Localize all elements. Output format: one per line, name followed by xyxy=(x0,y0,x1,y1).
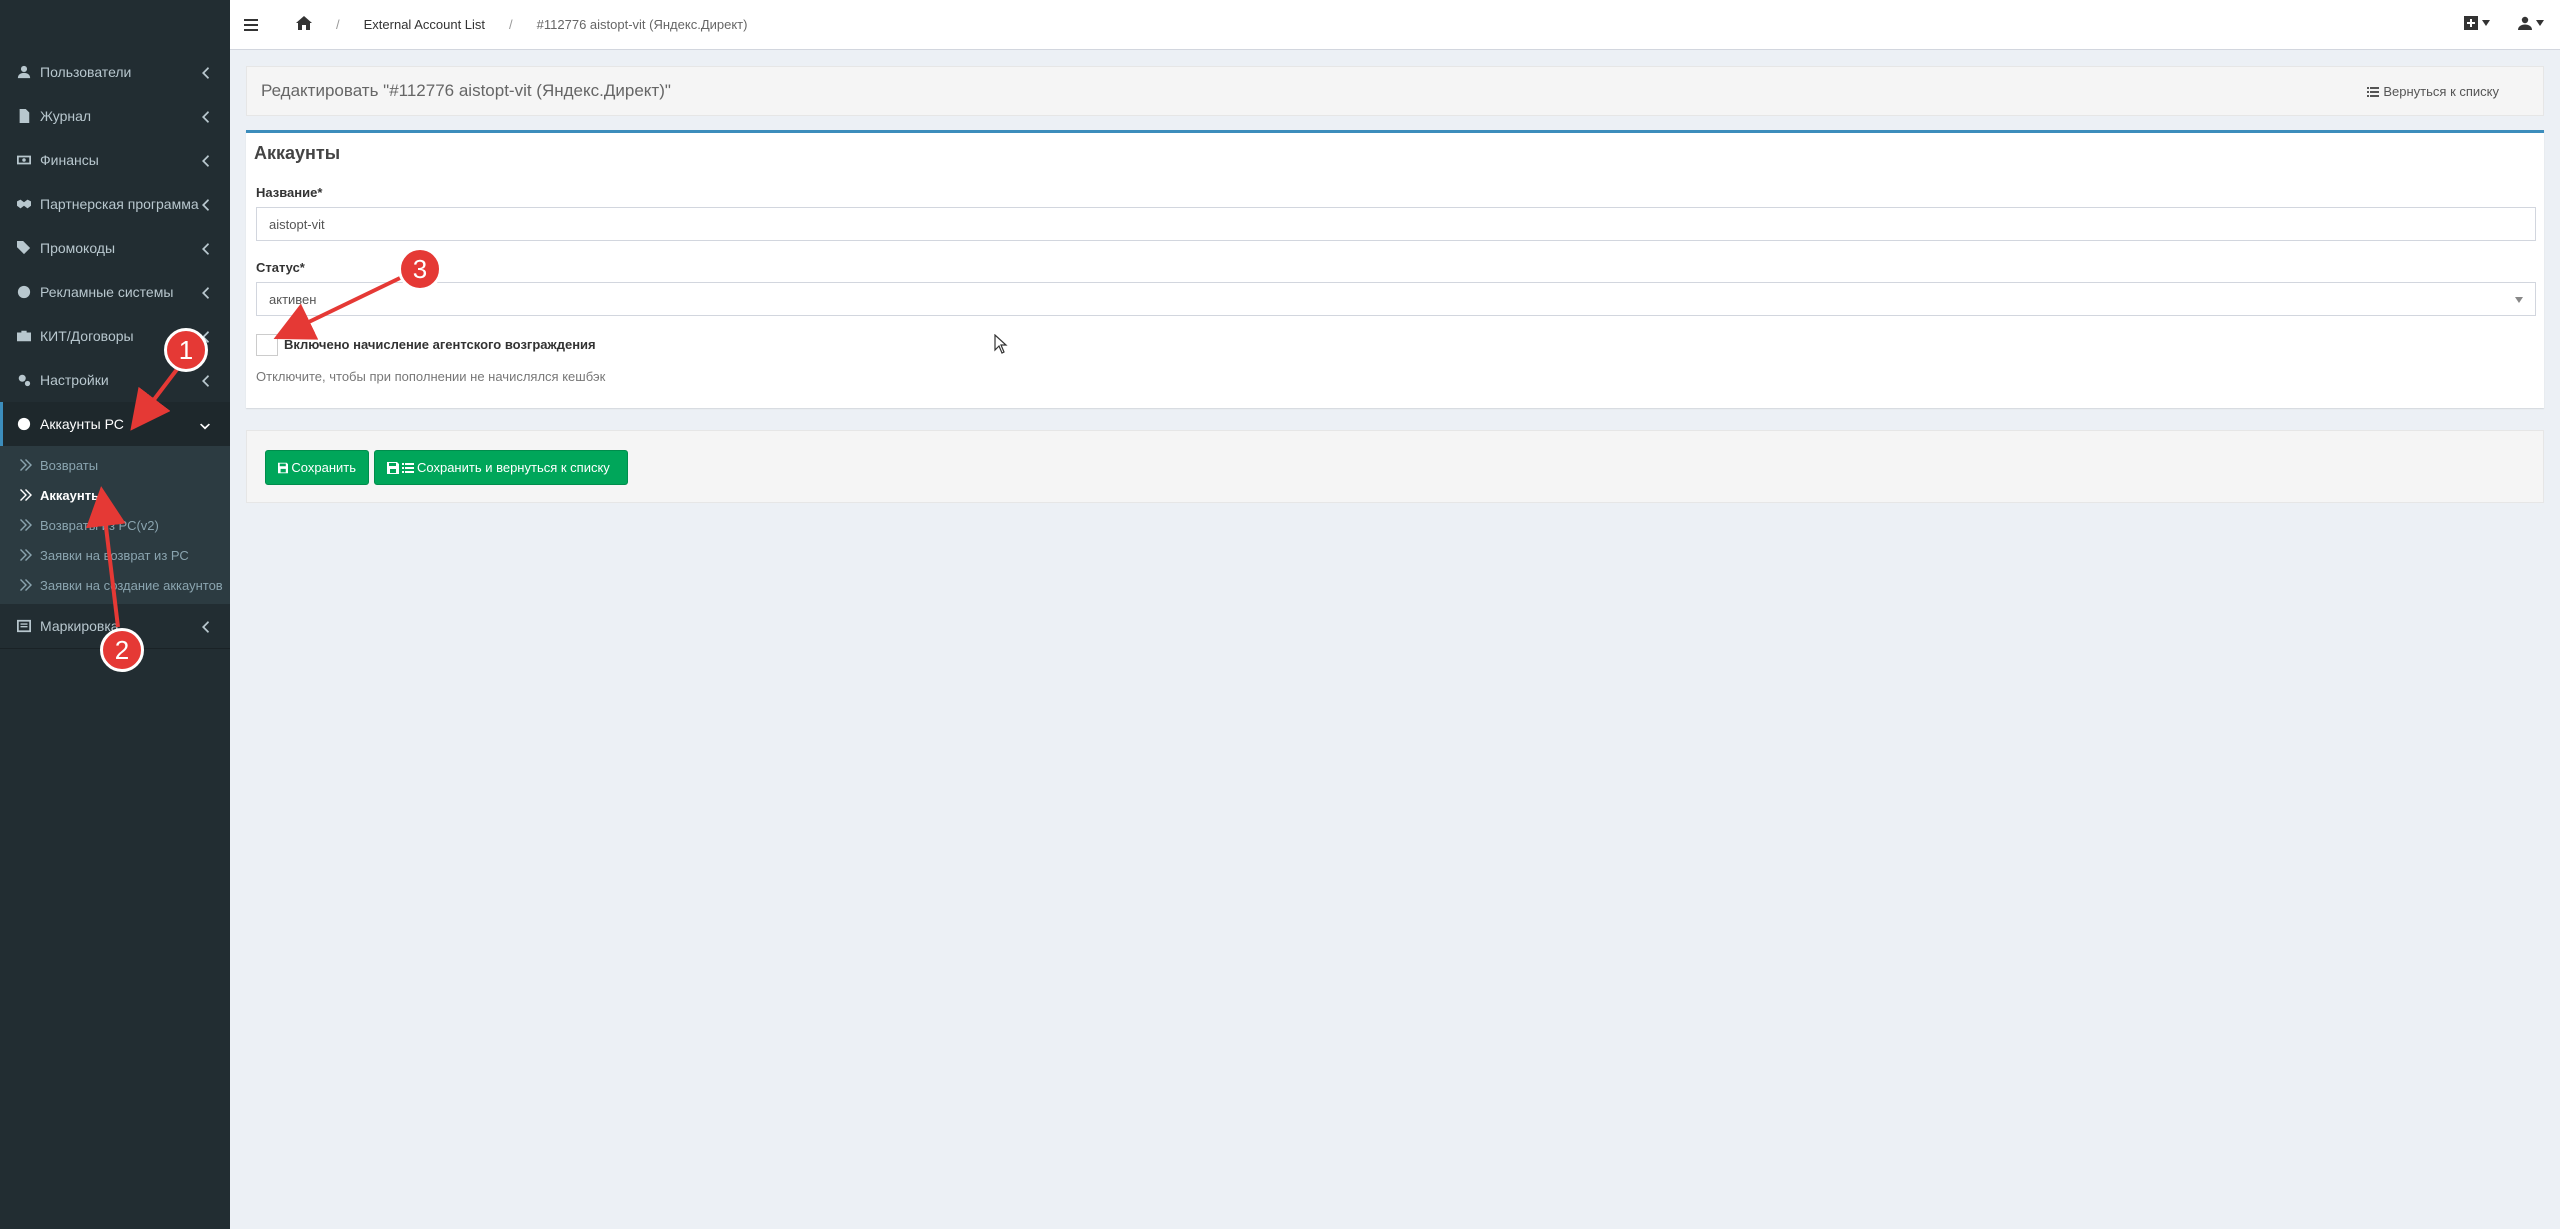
circle-icon xyxy=(16,417,32,431)
box-title: Аккаунты xyxy=(254,143,341,163)
chevron-left-icon xyxy=(200,620,210,633)
chevron-left-icon xyxy=(200,242,210,255)
annotation-badge-2: 2 xyxy=(100,628,144,672)
agent-reward-checkbox[interactable] xyxy=(256,334,278,356)
save-icon xyxy=(278,462,289,473)
sidebar-item-label: Аккаунты РС xyxy=(40,416,124,432)
sidebar-item-label: Финансы xyxy=(40,152,99,168)
money-icon xyxy=(16,153,32,167)
page-header: Редактировать "#112776 aistopt-vit (Янде… xyxy=(246,66,2544,116)
sidebar-item-promocodes[interactable]: Промокоды xyxy=(0,226,230,270)
chevron-down-icon xyxy=(200,420,210,432)
sidebar-item-label: Маркировка xyxy=(40,618,119,634)
sidebar: Пользователи Журнал Финансы Партнерская … xyxy=(0,0,230,1229)
agent-reward-checkbox-label[interactable]: Включено начисление агентского возгражде… xyxy=(284,337,596,352)
sidebar-item-label: Пользователи xyxy=(40,64,132,80)
double-angle-right-icon xyxy=(20,549,34,561)
status-select-value: активен xyxy=(269,291,317,307)
gears-icon xyxy=(16,373,32,387)
sidebar-item-label: Партнерская программа xyxy=(40,196,199,212)
sidebar-item-label: Журнал xyxy=(40,108,92,124)
sidebar-item-finance[interactable]: Финансы xyxy=(0,138,230,182)
sidebar-item-label: Настройки xyxy=(40,372,109,388)
form-box: Аккаунты Название* aistopt-vit Статус* а… xyxy=(246,130,2544,408)
briefcase-icon xyxy=(16,329,32,343)
submenu-item-label: Заявки на создание аккаунтов xyxy=(40,577,223,593)
user-icon xyxy=(2518,16,2532,30)
sidebar-item-journal[interactable]: Журнал xyxy=(0,94,230,138)
mouse-cursor-icon xyxy=(994,334,1008,354)
caret-down-icon xyxy=(2536,20,2544,26)
help-text: Отключите, чтобы при пополнении не начис… xyxy=(256,369,606,384)
form-actions: Сохранить Сохранить и вернуться к списку xyxy=(246,430,2544,503)
list-icon xyxy=(16,619,32,633)
double-angle-right-icon xyxy=(20,489,34,501)
submenu-item-label: Возвраты из РС(v2) xyxy=(40,517,159,533)
double-angle-right-icon xyxy=(20,519,34,531)
submenu-item-label: Возвраты xyxy=(40,457,99,473)
file-icon xyxy=(16,109,32,123)
submenu-item-refunds[interactable]: Возвраты xyxy=(0,450,230,480)
breadcrumb-link-external-accounts[interactable]: External Account List xyxy=(364,17,485,32)
user-menu-button[interactable] xyxy=(2518,16,2544,30)
back-to-list-link[interactable]: Вернуться к списку xyxy=(2367,84,2499,99)
list-icon xyxy=(2367,86,2380,97)
main-content: Редактировать "#112776 aistopt-vit (Янде… xyxy=(230,50,2560,1229)
sidebar-item-ad-accounts[interactable]: Аккаунты РС xyxy=(0,402,230,446)
chevron-left-icon xyxy=(200,110,210,123)
submenu-ad-accounts: Возвраты Аккаунты Возвраты из РС(v2) Зая… xyxy=(0,446,230,604)
back-link-label: Вернуться к списку xyxy=(2383,84,2499,99)
handshake-icon xyxy=(16,197,32,211)
name-input[interactable]: aistopt-vit xyxy=(256,207,2536,241)
chevron-left-icon xyxy=(200,66,210,79)
chevron-left-icon xyxy=(200,286,210,299)
caret-down-icon xyxy=(2515,297,2523,303)
submenu-item-label: Аккаунты xyxy=(40,487,103,503)
save-and-back-button-label: Сохранить и вернуться к списку xyxy=(417,460,610,475)
double-angle-right-icon xyxy=(20,459,34,471)
submenu-item-label: Заявки на возврат из РС xyxy=(40,547,189,563)
topbar-actions xyxy=(2464,16,2544,30)
breadcrumb-separator: / xyxy=(336,17,340,32)
status-label: Статус* xyxy=(256,260,305,275)
sidebar-item-label: КИТ/Договоры xyxy=(40,328,134,344)
user-icon xyxy=(16,65,32,79)
submenu-item-account-requests[interactable]: Заявки на создание аккаунтов xyxy=(0,570,230,600)
save-button[interactable]: Сохранить xyxy=(265,450,369,485)
sidebar-item-label: Промокоды xyxy=(40,240,116,256)
save-button-label: Сохранить xyxy=(291,460,356,475)
submenu-item-refund-requests[interactable]: Заявки на возврат из РС xyxy=(0,540,230,570)
sidebar-item-ad-systems[interactable]: Рекламные системы xyxy=(0,270,230,314)
breadcrumb: / External Account List / #112776 aistop… xyxy=(276,16,747,33)
double-angle-right-icon xyxy=(20,579,34,591)
list-icon xyxy=(402,462,414,473)
sidebar-item-users[interactable]: Пользователи xyxy=(0,50,230,94)
annotation-badge-3: 3 xyxy=(398,247,442,291)
caret-down-icon xyxy=(2482,20,2490,26)
home-icon[interactable] xyxy=(296,16,312,33)
breadcrumb-current: #112776 aistopt-vit (Яндекс.Директ) xyxy=(536,17,748,32)
add-menu-button[interactable] xyxy=(2464,16,2490,30)
plus-square-icon xyxy=(2464,16,2478,30)
submenu-item-accounts[interactable]: Аккаунты xyxy=(0,480,230,510)
chevron-left-icon xyxy=(200,198,210,211)
page-title: Редактировать "#112776 aistopt-vit (Янде… xyxy=(261,81,671,100)
sidebar-item-label: Рекламные системы xyxy=(40,284,174,300)
sidebar-top xyxy=(0,0,230,50)
chevron-left-icon xyxy=(200,374,210,387)
tags-icon xyxy=(16,241,32,255)
sidebar-item-partner[interactable]: Партнерская программа xyxy=(0,182,230,226)
chevron-left-icon xyxy=(200,154,210,167)
breadcrumb-separator: / xyxy=(509,17,513,32)
submenu-item-refunds-v2[interactable]: Возвраты из РС(v2) xyxy=(0,510,230,540)
globe-icon xyxy=(16,285,32,299)
topbar: / External Account List / #112776 aistop… xyxy=(230,0,2560,50)
status-select[interactable]: активен xyxy=(256,282,2536,316)
name-label: Название* xyxy=(256,185,323,200)
hamburger-menu-icon[interactable] xyxy=(244,18,276,32)
save-icon xyxy=(387,461,399,474)
save-and-back-button[interactable]: Сохранить и вернуться к списку xyxy=(374,450,628,485)
annotation-badge-1: 1 xyxy=(164,328,208,372)
